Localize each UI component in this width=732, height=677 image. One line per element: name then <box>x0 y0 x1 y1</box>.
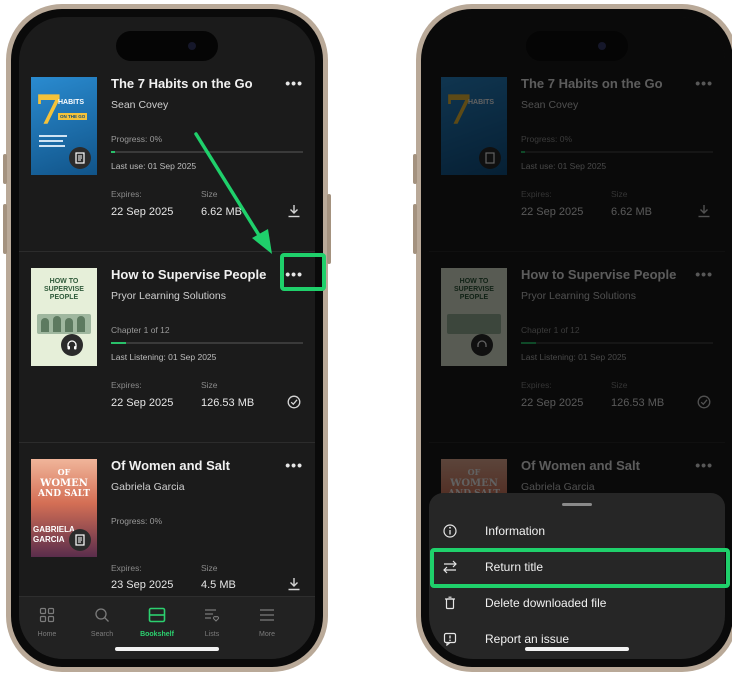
progress-bar <box>111 151 303 153</box>
trash-icon <box>443 596 457 610</box>
downloaded-check-icon[interactable] <box>287 395 301 412</box>
progress-bar <box>111 342 303 344</box>
menu-item-information[interactable]: Information <box>429 515 725 549</box>
book-card[interactable]: HOW TO SUPERVISE PEOPLE How to Supervise… <box>19 252 315 443</box>
book-card[interactable]: 7 HABITS ON THE GO The 7 Habits on the G… <box>19 61 315 252</box>
expires-value: 22 Sep 2025 <box>111 397 174 409</box>
menu-item-label: Report an issue <box>485 632 570 646</box>
menu-item-delete-download[interactable]: Delete downloaded file <box>429 587 725 621</box>
expires-label: Expires: <box>111 380 142 390</box>
size-label: Size <box>201 380 218 390</box>
menu-item-label: Information <box>485 524 546 538</box>
book-author: Pryor Learning Solutions <box>111 290 226 302</box>
ebook-icon <box>69 147 91 169</box>
cover-text: AND SALT <box>38 489 90 499</box>
expires-label: Expires: <box>111 189 142 199</box>
expires-value: 22 Sep 2025 <box>111 206 174 218</box>
book-title[interactable]: The 7 Habits on the Go <box>111 76 253 91</box>
progress-text: Chapter 1 of 12 <box>111 325 170 335</box>
tab-search[interactable]: Search <box>76 607 128 638</box>
cover-text: SUPERVISE <box>44 286 84 293</box>
bottom-tab-bar: Home Search Bookshelf Lists More <box>19 596 315 659</box>
tab-label: Home <box>37 631 57 638</box>
home-indicator <box>525 647 629 651</box>
last-use-text: Last use: 01 Sep 2025 <box>111 161 197 171</box>
book-cover-supervise[interactable]: HOW TO SUPERVISE PEOPLE <box>31 268 97 366</box>
book-title[interactable]: How to Supervise People <box>111 267 266 282</box>
tab-label: Bookshelf <box>140 631 174 638</box>
ebook-icon <box>69 529 91 551</box>
tab-label: More <box>259 631 275 638</box>
phone-frame-left: 7 HABITS ON THE GO The 7 Habits on the G… <box>3 4 331 672</box>
cover-text: ON THE GO <box>58 113 88 120</box>
progress-text: Progress: 0% <box>111 134 163 144</box>
return-title-highlight <box>430 548 730 588</box>
size-value: 126.53 MB <box>201 397 255 409</box>
home-grid-icon <box>21 607 73 627</box>
menu-item-label: Delete downloaded file <box>485 596 607 610</box>
menu-item-report-issue[interactable]: Report an issue <box>429 623 725 657</box>
download-icon[interactable] <box>287 577 301 594</box>
size-value: 4.5 MB <box>201 579 236 591</box>
cover-text: WOMEN <box>40 478 88 489</box>
dynamic-island <box>526 31 628 61</box>
size-label: Size <box>201 189 218 199</box>
tab-label: Search <box>90 631 114 638</box>
more-options-highlight <box>280 253 326 291</box>
lists-icon <box>186 607 238 627</box>
home-indicator <box>115 647 219 651</box>
cover-text: OF <box>57 467 71 477</box>
cover-text: 7 <box>35 87 63 134</box>
cover-text: HOW TO <box>49 278 79 285</box>
tab-home[interactable]: Home <box>21 607 73 638</box>
sheet-grabber[interactable] <box>562 503 592 506</box>
tab-bookshelf[interactable]: Bookshelf <box>131 607 183 638</box>
cover-text: PEOPLE <box>49 294 79 301</box>
expires-label: Expires: <box>111 563 142 573</box>
info-icon <box>443 524 457 538</box>
last-listening-text: Last Listening: 01 Sep 2025 <box>111 352 217 362</box>
bookshelf-icon <box>131 607 183 627</box>
size-label: Size <box>201 563 218 573</box>
tab-lists[interactable]: Lists <box>186 607 238 638</box>
expires-value: 23 Sep 2025 <box>111 579 174 591</box>
tab-more[interactable]: More <box>241 607 293 638</box>
dynamic-island <box>116 31 218 61</box>
book-author: Sean Covey <box>111 99 169 111</box>
progress-text: Progress: 0% <box>111 516 163 526</box>
search-icon <box>76 607 128 627</box>
size-value: 6.62 MB <box>201 206 242 218</box>
book-cover-7-habits[interactable]: 7 HABITS ON THE GO <box>31 77 97 175</box>
bookshelf-screen: 7 HABITS ON THE GO The 7 Habits on the G… <box>19 17 315 659</box>
book-author: Gabriela Garcia <box>111 481 185 493</box>
book-cover-women-salt[interactable]: OF WOMEN AND SALT GABRIELA GARCIA <box>31 459 97 557</box>
cover-text: GABRIELA <box>33 525 75 534</box>
cover-text: HABITS <box>58 99 85 106</box>
more-options-button[interactable]: ••• <box>285 457 303 473</box>
menu-icon <box>241 607 293 627</box>
download-icon[interactable] <box>287 204 301 221</box>
more-options-button[interactable]: ••• <box>285 75 303 91</box>
report-icon <box>443 632 457 647</box>
tab-label: Lists <box>204 631 220 638</box>
book-title[interactable]: Of Women and Salt <box>111 458 230 473</box>
headphones-icon <box>61 334 83 356</box>
